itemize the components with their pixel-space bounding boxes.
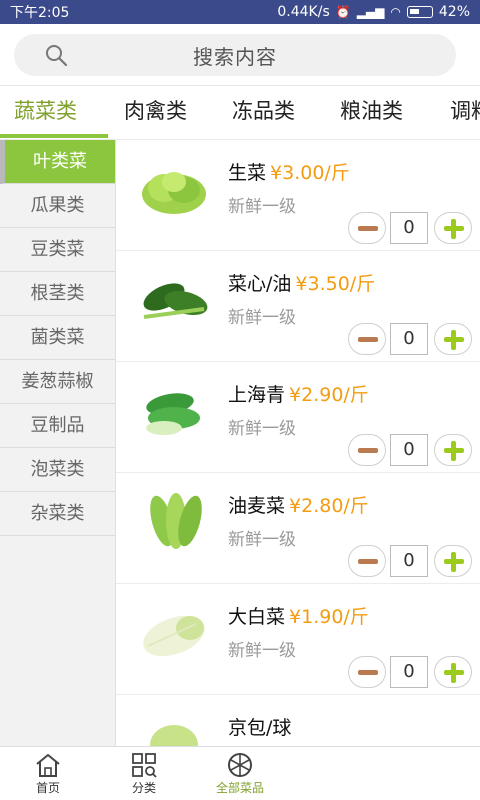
category-tabs: 蔬菜类 肉禽类 冻品类 粮油类 调料 [0, 86, 480, 140]
decrease-quantity-button[interactable] [348, 545, 386, 577]
product-name: 京包/球 [228, 717, 292, 739]
wifi-icon: ◠ [390, 5, 401, 19]
battery-icon [406, 6, 433, 18]
tab-grain-oil[interactable]: 粮油类 [340, 86, 403, 139]
choy-sum-image [143, 283, 208, 319]
product-title: 大白菜 ¥1.90/斤 [228, 602, 369, 629]
increase-quantity-button[interactable] [434, 434, 472, 466]
product-grade: 新鲜一级 [228, 308, 296, 328]
product-title: 京包/球 [228, 713, 295, 740]
product-grade: 新鲜一级 [228, 197, 296, 217]
nav-all-dishes-label: 全部菜品 [215, 781, 264, 795]
search-input[interactable]: 搜索内容 [14, 34, 456, 76]
bottom-navigation: 首页 分类 全部菜品 [0, 746, 480, 800]
lettuce-image [142, 172, 206, 214]
home-icon [36, 753, 60, 777]
product-grade: 新鲜一级 [228, 419, 296, 439]
quantity-field[interactable]: 0 [390, 323, 428, 355]
tab-frozen[interactable]: 冻品类 [232, 86, 295, 139]
product-name: 生菜 [228, 162, 267, 184]
cabbage-image [150, 725, 198, 746]
quantity-field[interactable]: 0 [390, 434, 428, 466]
quantity-field[interactable]: 0 [390, 656, 428, 688]
sidebar-item-mushrooms[interactable]: 菌类菜 [0, 316, 115, 360]
nav-home[interactable]: 首页 [8, 747, 88, 800]
product-name: 上海青 [228, 384, 286, 406]
quantity-field[interactable]: 0 [390, 545, 428, 577]
product-name: 油麦菜 [228, 495, 286, 517]
alarm-icon: ⏰ [335, 5, 351, 19]
decrease-quantity-button[interactable] [348, 323, 386, 355]
search-bar: 搜索内容 [0, 24, 480, 86]
increase-quantity-button[interactable] [434, 323, 472, 355]
sidebar-item-pickles[interactable]: 泡菜类 [0, 448, 115, 492]
product-price: ¥2.90/斤 [289, 384, 369, 406]
product-name: 菜心/油 [228, 273, 292, 295]
sidebar-item-misc[interactable]: 杂菜类 [0, 492, 115, 536]
status-time: 下午2:05 [10, 5, 70, 21]
status-bar: 下午2:05 0.44K/s ⏰ ▂▄▆ ◠ 42% [0, 0, 480, 24]
sidebar-item-roots[interactable]: 根茎类 [0, 272, 115, 316]
napa-cabbage-image [143, 615, 205, 657]
increase-quantity-button[interactable] [434, 656, 472, 688]
quantity-field[interactable]: 0 [390, 212, 428, 244]
product-title: 菜心/油 ¥3.50/斤 [228, 269, 375, 296]
network-speed: 0.44K/s [277, 4, 330, 20]
sidebar-item-leafy[interactable]: 叶类菜 [0, 140, 115, 184]
product-item[interactable]: 菜心/油 ¥3.50/斤 新鲜一级 0 [116, 251, 480, 362]
tab-seasoning[interactable]: 调料 [450, 86, 480, 139]
subcategory-sidebar: 叶类菜 瓜果类 豆类菜 根茎类 菌类菜 姜葱蒜椒 豆制品 泡菜类 杂菜类 [0, 140, 116, 746]
nav-category-label: 分类 [131, 781, 156, 795]
product-title: 生菜 ¥3.00/斤 [228, 158, 350, 185]
product-grade: 新鲜一级 [228, 641, 296, 661]
product-price: ¥2.80/斤 [289, 495, 369, 517]
increase-quantity-button[interactable] [434, 212, 472, 244]
nav-home-label: 首页 [35, 781, 60, 795]
product-name: 大白菜 [228, 606, 286, 628]
indian-lettuce-image [150, 493, 202, 549]
category-icon [132, 753, 157, 778]
product-item[interactable]: 京包/球 [116, 695, 480, 746]
decrease-quantity-button[interactable] [348, 656, 386, 688]
shanghai-bok-choy-image [146, 393, 200, 435]
tab-meat-poultry[interactable]: 肉禽类 [124, 86, 187, 139]
product-item[interactable]: 生菜 ¥3.00/斤 新鲜一级 0 [116, 140, 480, 251]
tab-vegetables[interactable]: 蔬菜类 [14, 86, 77, 139]
sidebar-item-beans[interactable]: 豆类菜 [0, 228, 115, 272]
search-icon [46, 45, 68, 67]
sidebar-item-melon-fruit[interactable]: 瓜果类 [0, 184, 115, 228]
product-grade: 新鲜一级 [228, 530, 296, 550]
product-title: 油麦菜 ¥2.80/斤 [228, 491, 369, 518]
signal-icon: ▂▄▆ [356, 5, 385, 19]
product-list: 生菜 ¥3.00/斤 新鲜一级 0 菜心/油 ¥3.50/斤 新鲜一级 0 上海青 ¥… [116, 140, 480, 746]
active-tab-indicator [0, 134, 108, 138]
nav-category[interactable]: 分类 [104, 747, 184, 800]
product-item[interactable]: 大白菜 ¥1.90/斤 新鲜一级 0 [116, 584, 480, 695]
sidebar-item-tofu[interactable]: 豆制品 [0, 404, 115, 448]
status-icons: 0.44K/s ⏰ ▂▄▆ ◠ 42% [277, 4, 470, 20]
product-price: ¥1.90/斤 [289, 606, 369, 628]
all-dishes-icon [228, 753, 252, 777]
search-placeholder: 搜索内容 [193, 44, 277, 69]
sidebar-item-aromatics[interactable]: 姜葱蒜椒 [0, 360, 115, 404]
decrease-quantity-button[interactable] [348, 434, 386, 466]
increase-quantity-button[interactable] [434, 545, 472, 577]
product-item[interactable]: 上海青 ¥2.90/斤 新鲜一级 0 [116, 362, 480, 473]
product-price: ¥3.50/斤 [295, 273, 376, 295]
battery-level: 42% [438, 4, 470, 20]
product-title: 上海青 ¥2.90/斤 [228, 380, 369, 407]
product-price: ¥3.00/斤 [270, 162, 350, 184]
decrease-quantity-button[interactable] [348, 212, 386, 244]
nav-all-dishes[interactable]: 全部菜品 [200, 747, 280, 800]
product-item[interactable]: 油麦菜 ¥2.80/斤 新鲜一级 0 [116, 473, 480, 584]
